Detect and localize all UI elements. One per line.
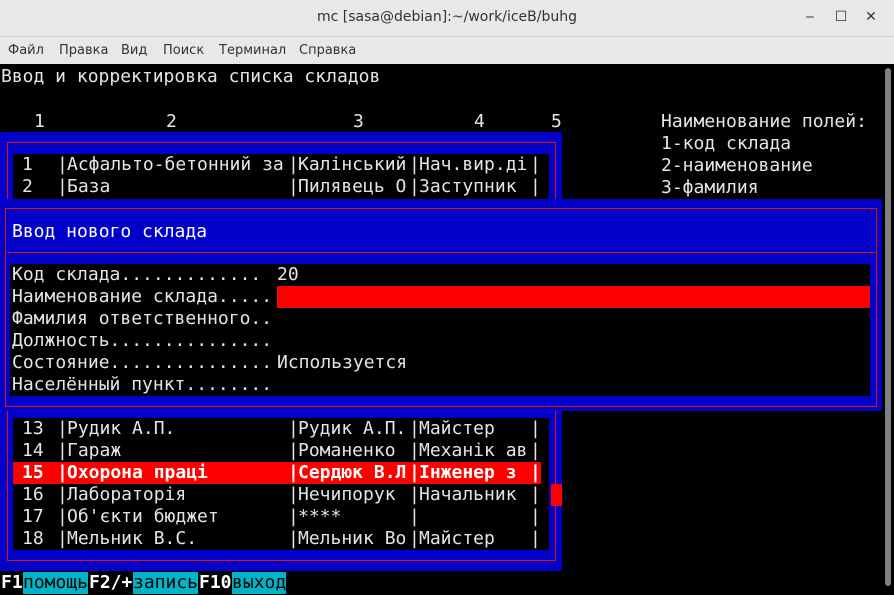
row-num: 16 (22, 484, 44, 505)
row-person: **** (298, 506, 342, 527)
legend-item: 1-код склада (661, 133, 792, 154)
row-sep: | (530, 418, 541, 439)
row-sep: | (530, 176, 541, 197)
menu-bar: Файл Правка Вид Поиск Терминал Справка (0, 37, 894, 64)
col-number: 4 (474, 111, 485, 132)
row-sep: | (530, 154, 541, 175)
maximize-icon[interactable]: ☐ (832, 8, 850, 26)
field-label-code: Код склада............. (12, 264, 262, 285)
minimize-icon[interactable]: ‒ (801, 8, 819, 26)
legend-title: Наименование полей: (661, 111, 867, 132)
field-label-responsible: Фамилия ответственного.. (12, 308, 273, 329)
menu-terminal[interactable]: Терминал (219, 43, 286, 58)
dialog-divider (7, 252, 877, 253)
col-number: 5 (551, 111, 562, 132)
warehouse-name-field[interactable] (277, 286, 870, 308)
row-sep: | (530, 528, 541, 549)
field-label-status: Состояние............... (12, 352, 273, 373)
row-num: 1 (22, 154, 33, 175)
row-num: 18 (22, 528, 44, 549)
col-number: 2 (166, 111, 177, 132)
row-person: Мельник Во (298, 528, 407, 549)
row-name: Асфальто-бетонний за (67, 154, 284, 175)
menu-file[interactable]: Файл (8, 43, 44, 58)
row-num: 2 (22, 176, 33, 197)
menu-help[interactable]: Справка (299, 43, 356, 58)
dialog-title: Ввод нового склада (12, 221, 208, 242)
menu-search[interactable]: Поиск (163, 43, 204, 58)
row-sep: | (530, 506, 541, 527)
legend-item: 3-фамилия (661, 177, 759, 198)
col-number: 3 (353, 111, 364, 132)
field-label-locality: Населённый пункт........ (12, 374, 273, 395)
row-person: Сердюк В.Л (298, 462, 407, 483)
fkey-f2[interactable]: F2/+ (89, 572, 132, 594)
row-position: Інженер з (419, 462, 528, 483)
row-person: Романенко (298, 440, 396, 461)
exit-button[interactable]: выход (232, 572, 287, 594)
row-position: Начальник (419, 484, 517, 505)
list-scroll-marker[interactable] (551, 484, 562, 506)
fkey-f1[interactable]: F1 (1, 572, 23, 594)
row-person: Пилявець О (298, 176, 407, 197)
row-name: Об'єкти бюджет (67, 506, 219, 527)
help-button[interactable]: помощь (23, 572, 89, 594)
row-person: Рудик А.П. (298, 418, 407, 439)
menu-view[interactable]: Вид (121, 43, 147, 58)
field-label-position: Должность............... (12, 330, 273, 351)
row-sep: | (530, 484, 541, 505)
row-name: Рудик А.П. (67, 418, 176, 439)
row-sep: | (409, 506, 420, 527)
row-num: 14 (22, 440, 44, 461)
scrollbar-thumb[interactable] (885, 68, 891, 586)
row-num: 13 (22, 418, 44, 439)
col-number: 1 (34, 111, 45, 132)
row-name: Охорона праці (67, 462, 208, 483)
field-label-name: Наименование склада..... (12, 286, 273, 307)
row-person: Калінський (298, 154, 407, 175)
menu-edit[interactable]: Правка (59, 43, 108, 58)
close-icon[interactable]: ✕ (862, 8, 880, 26)
fkey-f10[interactable]: F10 (199, 572, 232, 594)
warehouse-code-field[interactable]: 20 (277, 264, 299, 286)
status-field[interactable]: Используется (277, 352, 407, 374)
row-name: Лабораторія (67, 484, 187, 505)
row-num: 17 (22, 506, 44, 527)
save-button[interactable]: запись (133, 572, 199, 594)
row-position: Механік ав (419, 440, 528, 461)
window-title: mc [sasa@debian]:~/work/iceB/buhg (317, 9, 577, 25)
title-bar: mc [sasa@debian]:~/work/iceB/buhg ‒ ☐ ✕ (0, 0, 894, 37)
legend-item: 2-наименование (661, 155, 813, 176)
row-name: База (67, 176, 111, 197)
row-position: Заступник (419, 176, 528, 197)
row-position: Майстер (419, 528, 495, 549)
row-sep: | (530, 462, 541, 483)
row-position: Нач.вир.ді (419, 154, 528, 175)
row-sep: | (530, 440, 541, 461)
row-name: Мельник В.С. (67, 528, 198, 549)
row-name: Гараж (67, 440, 122, 461)
row-person: Нечипорук (298, 484, 396, 505)
row-position: Майстер (419, 418, 495, 439)
screen-heading: Ввод и корректировка списка складов (1, 66, 381, 87)
row-num: 15 (22, 462, 44, 483)
